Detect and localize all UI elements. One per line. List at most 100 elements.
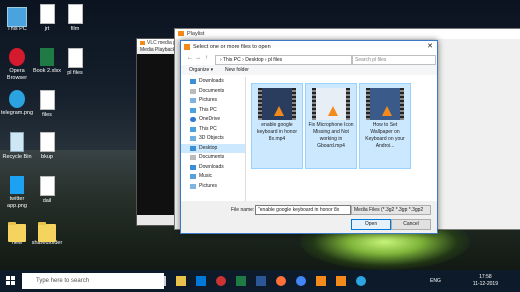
- desktop-icon-dail[interactable]: dail: [30, 176, 64, 205]
- file-item[interactable]: Fix Microphone Icon Missing and Not work…: [305, 83, 357, 169]
- task-view-icon[interactable]: [156, 276, 166, 286]
- opera-icon[interactable]: [216, 276, 226, 286]
- navigation-pane: Downloads Documents Pictures This PC One…: [181, 77, 246, 201]
- clock[interactable]: 17:58 11-12-2019: [473, 274, 498, 288]
- file-name: enable google keyboard in honor 8x.mp4: [256, 122, 298, 142]
- word-icon[interactable]: [256, 276, 266, 286]
- desktop: This PC jrt film Opera Browser Book 2.xl…: [0, 0, 520, 270]
- dialog-title: Select one or more files to open: [193, 44, 271, 50]
- vlc-cone-icon: [274, 106, 284, 116]
- store-icon[interactable]: [196, 276, 206, 286]
- file-list: enable google keyboard in honor 8x.mp4 F…: [247, 79, 435, 199]
- vlc-icon[interactable]: [336, 276, 346, 286]
- vlc-cone-icon: [382, 106, 392, 116]
- taskbar-search-input[interactable]: Type here to search: [22, 273, 164, 289]
- nav-item[interactable]: This PC: [181, 125, 245, 135]
- desktop-icon-pl-files[interactable]: pl files: [58, 48, 92, 77]
- document-icon: [67, 4, 83, 24]
- close-icon[interactable]: ✕: [427, 41, 433, 53]
- open-file-dialog[interactable]: Select one or more files to open ✕ ← → ↑…: [180, 40, 438, 234]
- desktop-icon-twitter[interactable]: twitter app.png: [0, 176, 34, 210]
- dialog-footer: File name: "enable google keyboard in ho…: [181, 201, 437, 233]
- nav-item[interactable]: Downloads: [181, 163, 245, 173]
- document-icon: [39, 90, 55, 110]
- forward-arrow-icon[interactable]: →: [195, 55, 201, 61]
- video-thumbnail: [312, 88, 350, 120]
- computer-icon: [7, 7, 27, 27]
- twitter-icon: [10, 176, 24, 194]
- desktop-icon-bkup[interactable]: bkup: [30, 132, 64, 161]
- chrome-icon[interactable]: [296, 276, 306, 286]
- document-icon: [39, 132, 55, 152]
- desktop-icon-telegram[interactable]: telegram.png: [0, 90, 34, 117]
- desktop-icon-this-pc[interactable]: This PC: [0, 4, 34, 33]
- search-input[interactable]: Search pl files: [351, 55, 436, 65]
- nav-item[interactable]: Pictures: [181, 96, 245, 106]
- 3d-objects-icon: [190, 136, 196, 141]
- vlc-cone-icon: [184, 44, 190, 50]
- document-icon: [67, 48, 83, 68]
- documents-icon: [190, 88, 196, 94]
- desktop-icon-new[interactable]: new: [0, 220, 34, 247]
- nav-item[interactable]: OneDrive: [181, 115, 245, 125]
- nav-item[interactable]: Pictures: [181, 182, 245, 192]
- back-arrow-icon[interactable]: ←: [187, 55, 193, 61]
- nav-item[interactable]: This PC: [181, 106, 245, 116]
- taskbar: Type here to search ENG 17:58 11-12-2019: [0, 270, 520, 292]
- dialog-titlebar: Select one or more files to open ✕: [181, 41, 437, 53]
- download-icon: [190, 164, 196, 170]
- language-indicator[interactable]: ENG: [430, 278, 441, 284]
- computer-icon: [190, 126, 196, 132]
- command-bar: Organize ▾ New folder: [181, 65, 437, 75]
- nav-item[interactable]: Music: [181, 172, 245, 182]
- desktop-icon: [190, 145, 196, 151]
- desktop-icon-sharedfolder[interactable]: sharedfolder: [30, 220, 64, 247]
- up-arrow-icon[interactable]: ↑: [205, 55, 208, 61]
- file-name: Fix Microphone Icon Missing and Not work…: [308, 122, 354, 149]
- vlc-cone-icon: [328, 106, 338, 116]
- download-icon: [190, 79, 196, 84]
- nav-item[interactable]: Downloads: [181, 77, 245, 87]
- pictures-icon: [190, 183, 196, 189]
- telegram-icon[interactable]: [356, 276, 366, 286]
- address-bar: ← → ↑ › This PC › Desktop › pl files Sea…: [181, 53, 437, 65]
- filetype-select[interactable]: Media Files (*.3g2 *.3gp *.3gp2: [351, 205, 431, 215]
- telegram-icon: [9, 90, 25, 108]
- desktop-icon-opera[interactable]: Opera Browser: [0, 48, 34, 82]
- pictures-icon: [190, 98, 196, 103]
- folder-icon: [38, 222, 56, 242]
- excel-icon: [40, 48, 54, 66]
- playlist-title: Playlist: [175, 29, 520, 39]
- nav-item-selected[interactable]: Desktop: [181, 143, 245, 153]
- organize-button[interactable]: Organize ▾: [189, 65, 213, 75]
- clock-time: 17:58: [479, 274, 492, 280]
- nav-item[interactable]: 3D Objects: [181, 134, 245, 144]
- firefox-icon[interactable]: [276, 276, 286, 286]
- file-item[interactable]: enable google keyboard in honor 8x.mp4: [251, 83, 303, 169]
- windows-start-icon[interactable]: [6, 276, 16, 286]
- document-icon: [39, 4, 55, 24]
- file-explorer-icon[interactable]: [176, 276, 186, 286]
- desktop-icon-files[interactable]: files: [30, 90, 64, 119]
- vlc-icon[interactable]: [316, 276, 326, 286]
- open-button[interactable]: Open: [351, 219, 391, 230]
- document-icon: [39, 176, 55, 196]
- computer-icon: [190, 107, 196, 113]
- excel-icon[interactable]: [236, 276, 246, 286]
- cancel-button[interactable]: Cancel: [391, 219, 431, 230]
- nav-item[interactable]: Documents: [181, 87, 245, 97]
- file-name: How to Set Wallpaper on Keyboard on your…: [365, 122, 405, 149]
- filename-label: File name:: [231, 207, 255, 213]
- file-item[interactable]: How to Set Wallpaper on Keyboard on your…: [359, 83, 411, 169]
- folder-icon: [8, 222, 26, 242]
- new-folder-button[interactable]: New folder: [225, 65, 249, 75]
- desktop-icon-recycle-bin[interactable]: Recycle Bin: [0, 132, 34, 161]
- nav-item[interactable]: Documents: [181, 153, 245, 163]
- clock-date: 11-12-2019: [472, 281, 498, 287]
- recycle-bin-icon: [10, 132, 24, 152]
- opera-icon: [9, 48, 25, 66]
- breadcrumb[interactable]: › This PC › Desktop › pl files: [215, 55, 353, 65]
- desktop-icon-film[interactable]: film: [58, 4, 92, 33]
- filename-input[interactable]: "enable google keyboard in honor 8x: [255, 205, 351, 215]
- documents-icon: [190, 155, 196, 160]
